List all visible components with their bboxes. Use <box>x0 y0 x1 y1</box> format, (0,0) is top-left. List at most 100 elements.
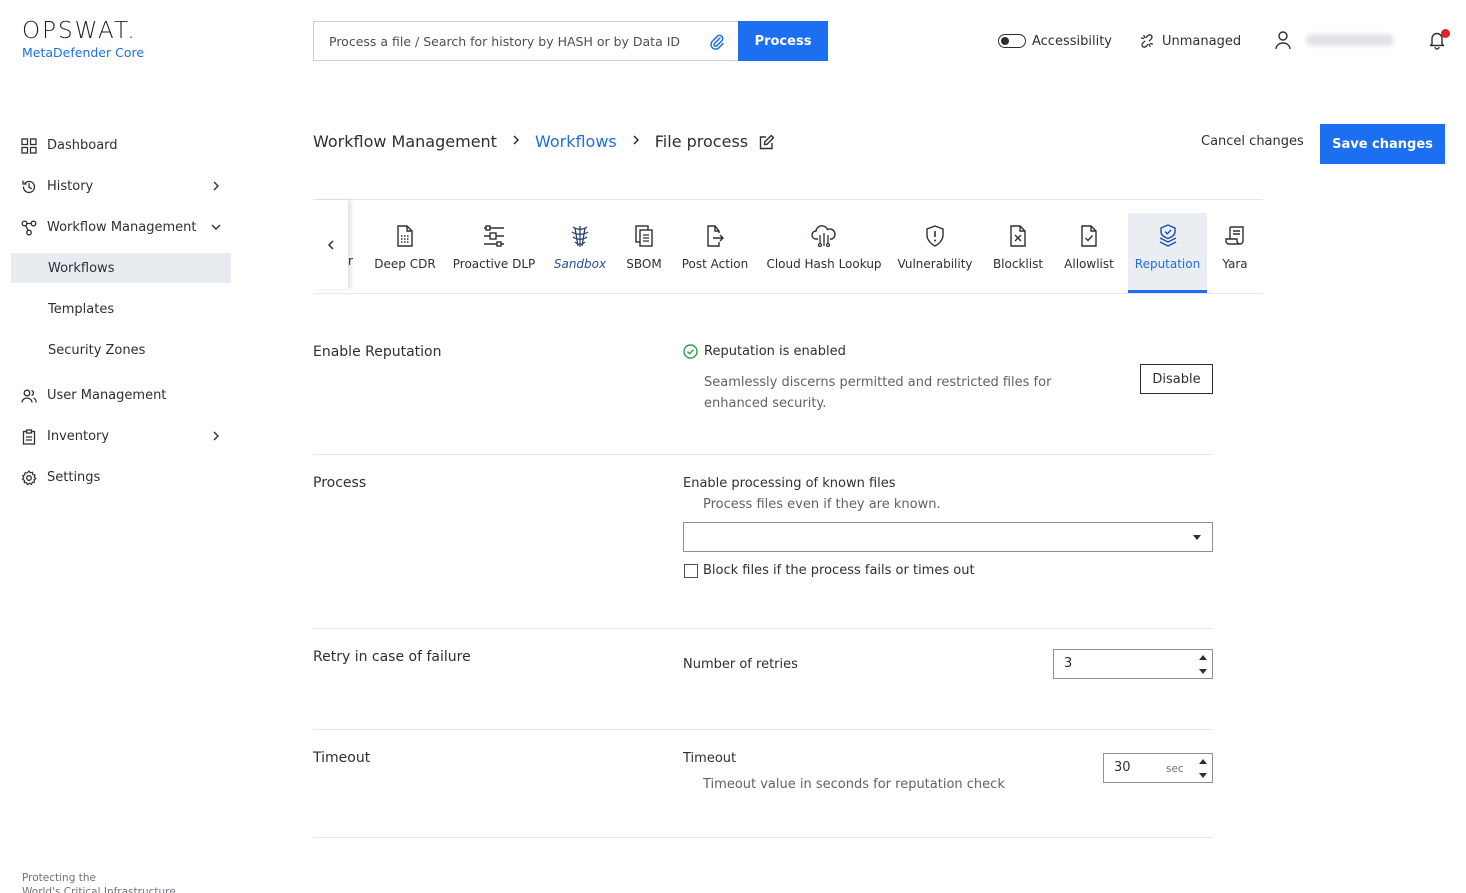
section-title-retry: Retry in case of failure <box>313 649 471 665</box>
sidebar-subitem-workflows[interactable]: Workflows <box>11 253 231 283</box>
known-files-select[interactable] <box>683 522 1213 552</box>
sidebar-subitem-templates[interactable]: Templates <box>11 289 231 330</box>
tab-label: Blocklist <box>992 257 1044 271</box>
post-action-icon <box>702 223 728 249</box>
tab-sbom[interactable]: SBOM <box>623 213 665 293</box>
page-title: File process <box>654 132 749 151</box>
edit-icon[interactable] <box>759 134 775 150</box>
timeout-value: 30 <box>1114 760 1131 775</box>
sidebar-item-label: Dashboard <box>47 138 118 153</box>
tab-cloud-hash-lookup[interactable]: Cloud Hash Lookup <box>765 213 883 293</box>
sidebar-subitem-security-zones[interactable]: Security Zones <box>11 330 231 371</box>
user-icon[interactable] <box>1274 30 1292 54</box>
retries-stepper[interactable] <box>1198 654 1208 676</box>
disable-button[interactable]: Disable <box>1140 364 1213 394</box>
unmanaged-status[interactable]: Unmanaged <box>1140 30 1241 52</box>
sidebar-footer: Protecting the World's Critical Infrastr… <box>22 871 176 893</box>
search-input[interactable]: Process a file / Search for history by H… <box>313 21 739 61</box>
chevron-right-icon <box>631 134 641 150</box>
tab-label: Reputation <box>1134 257 1201 271</box>
sidebar-item-inventory[interactable]: Inventory <box>11 416 231 457</box>
known-files-sublabel: Process files even if they are known. <box>703 497 941 512</box>
known-files-label: Enable processing of known files <box>683 476 896 491</box>
sidebar-item-label: Inventory <box>47 429 110 444</box>
footer-line-2: World's Critical Infrastructure <box>22 886 176 893</box>
tab-label: Yara <box>1222 257 1248 271</box>
retries-input[interactable]: 3 <box>1053 649 1213 679</box>
broken-link-icon <box>1140 34 1154 48</box>
chevron-right-icon[interactable] <box>209 429 223 443</box>
sidebar-item-dashboard[interactable]: Dashboard <box>11 125 231 166</box>
history-icon <box>21 179 37 195</box>
sandbox-icon <box>567 223 593 249</box>
divider <box>313 454 1213 455</box>
sidebar-item-user-management[interactable]: User Management <box>11 375 231 416</box>
tab-label: Vulnerability <box>897 257 973 271</box>
block-on-failure-option[interactable]: Block files if the process fails or time… <box>684 563 975 578</box>
paperclip-icon[interactable] <box>709 33 725 54</box>
section-title-timeout: Timeout <box>313 750 371 766</box>
sidebar-subitem-label: Workflows <box>48 260 115 276</box>
logo[interactable]: OPSWAT. MetaDefender Core <box>22 18 144 60</box>
toggle-switch[interactable] <box>998 34 1026 48</box>
sidebar-subitem-label: Templates <box>48 302 115 317</box>
divider <box>313 628 1213 629</box>
yara-icon <box>1222 223 1248 249</box>
tab-reputation[interactable]: Reputation <box>1128 213 1207 293</box>
tab-yara[interactable]: Yara <box>1217 213 1253 293</box>
sidebar-item-history[interactable]: History <box>11 166 231 207</box>
accessibility-toggle[interactable]: Accessibility <box>998 30 1112 52</box>
workflow-icon <box>21 220 37 236</box>
reputation-description: Seamlessly discerns permitted and restri… <box>704 375 1052 411</box>
tab-proactive-dlp[interactable]: Proactive DLP <box>451 213 537 293</box>
chevron-right-icon[interactable] <box>209 179 223 193</box>
reputation-icon <box>1155 223 1181 249</box>
divider <box>313 729 1213 730</box>
tab-allowlist[interactable]: Allowlist <box>1061 213 1117 293</box>
breadcrumb-workflows-link[interactable]: Workflows <box>535 132 617 151</box>
save-changes-button[interactable]: Save changes <box>1320 124 1445 164</box>
tab-deep-cdr[interactable]: Deep CDR <box>371 213 439 293</box>
tab-label: Proactive DLP <box>452 257 536 271</box>
timeout-input[interactable]: 30 sec <box>1103 753 1213 783</box>
block-on-failure-label: Block files if the process fails or time… <box>703 563 975 578</box>
block-on-failure-checkbox[interactable] <box>684 563 698 578</box>
tab-label: Sandbox <box>553 257 607 271</box>
timeout-stepper[interactable] <box>1198 758 1208 780</box>
unmanaged-label: Unmanaged <box>1162 33 1242 49</box>
reputation-status: Reputation is enabled <box>683 344 846 359</box>
breadcrumb: Workflow Management Workflows File proce… <box>313 132 775 151</box>
tab-vulnerability[interactable]: Vulnerability <box>895 213 975 293</box>
caret-down-icon <box>1193 535 1201 540</box>
breadcrumb-root[interactable]: Workflow Management <box>313 132 497 151</box>
user-name-blurred[interactable] <box>1306 34 1394 46</box>
sidebar-item-label: History <box>47 179 94 194</box>
tab-label: Allowlist <box>1064 257 1114 271</box>
sidebar-item-label: Workflow Management <box>47 220 197 235</box>
tab-label: Cloud Hash Lookup <box>766 257 882 271</box>
chevron-down-icon[interactable] <box>209 220 223 234</box>
sidebar-item-settings[interactable]: Settings <box>11 457 231 498</box>
cancel-changes-button[interactable]: Cancel changes <box>1201 134 1304 149</box>
tab-sandbox[interactable]: Sandbox <box>549 213 611 293</box>
users-icon <box>21 388 37 404</box>
gear-icon <box>21 469 37 486</box>
deep-cdr-icon <box>392 223 418 249</box>
tab-post-action[interactable]: Post Action <box>677 213 753 293</box>
sidebar: Dashboard History Workflow Management Wo… <box>11 125 231 498</box>
tab-blocklist[interactable]: Blocklist <box>987 213 1049 293</box>
check-circle-icon <box>683 344 698 359</box>
allowlist-icon <box>1076 223 1102 249</box>
reputation-status-label: Reputation is enabled <box>704 344 846 359</box>
sidebar-subitem-label: Security Zones <box>48 343 146 358</box>
brand-name: OPSWAT. <box>22 18 137 44</box>
clipboard-icon <box>21 428 37 445</box>
tabs-scroll-left-button[interactable] <box>313 200 348 289</box>
tab-truncated-label: r <box>348 254 353 268</box>
proactive-dlp-icon <box>481 223 507 249</box>
sbom-icon <box>631 223 657 249</box>
sidebar-item-label: Settings <box>47 470 101 485</box>
process-button[interactable]: Process <box>738 21 828 61</box>
sidebar-item-workflow-management[interactable]: Workflow Management <box>11 207 231 248</box>
dashboard-icon <box>21 137 37 154</box>
